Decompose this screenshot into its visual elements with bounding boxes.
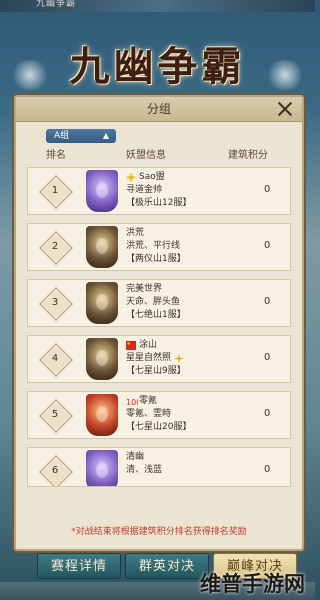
guild-info: 洪荒 洪荒、平行线 【两仪山1服】 [126,227,246,266]
guild-name: 洪荒 [126,228,145,238]
sparkle-icon [174,354,185,363]
rank-number: 3 [51,297,59,308]
100-emoji-icon: 100 [126,397,141,407]
heroes-battle-button[interactable]: 群英对决 [125,553,209,579]
guild-leaders: 清、浅蓝 [126,465,163,475]
guild-emblem [86,394,118,436]
ranking-row[interactable]: 3 完美世界 天命、胖头鱼 【七绝山1服】 0 [27,279,291,327]
column-building-score: 建筑积分 [228,150,268,161]
guild-server: 【极乐山12服】 [126,198,192,208]
guild-name: 零氪 [139,396,158,406]
site-watermark: 维普手游网 [200,572,305,596]
reward-footnote: *对战结束将根据建筑积分排名获得排名奖励 [71,527,247,537]
schedule-details-button[interactable]: 赛程详情 [37,553,121,579]
guild-emblem [86,226,118,268]
guild-name: 清幽 [126,452,145,462]
chevron-up-icon: ▲ [102,131,109,140]
rank-number: 1 [51,185,59,196]
building-score: 0 [264,464,271,475]
ranking-row[interactable]: 5 100 零氪 零氪、霊時 【七星山20服】 0 [27,391,291,439]
guild-server: 【七绝山1服】 [126,310,186,320]
guild-emblem [86,282,118,324]
event-banner: 九幽争霸 [0,28,315,98]
close-icon[interactable] [276,100,294,118]
building-score: 0 [264,240,271,251]
guild-server: 【七星山20服】 [126,422,192,432]
rank-number: 4 [51,353,59,364]
rank-number: 2 [51,241,59,252]
flower-icon [126,173,136,182]
building-score: 0 [264,184,271,195]
guild-leaders: 星星自然照 [126,353,172,363]
ranking-row[interactable]: 6 清幽 清、浅蓝 0 [27,447,291,487]
banner-title: 九幽争霸 [69,43,246,90]
guild-name: Sao盟 [139,172,165,182]
building-score: 0 [264,352,271,363]
guild-server: 【七星山9服】 [126,366,186,376]
guild-info: 完美世界 天命、胖头鱼 【七绝山1服】 [126,283,246,322]
top-strip: 九幽争霸 [0,0,315,12]
panel-title: 分组 [146,102,171,116]
group-selector[interactable]: A组 ▲ [46,129,116,143]
column-rank: 排名 [46,150,66,161]
guild-leaders: 零氪、霊時 [126,409,172,419]
guild-info: 清幽 清、浅蓝 [126,451,246,477]
top-strip-label: 九幽争霸 [36,0,77,9]
ranking-row[interactable]: 2 洪荒 洪荒、平行线 【两仪山1服】 0 [27,223,291,271]
rank-number: 6 [51,465,59,476]
guild-server: 【两仪山1服】 [126,254,186,264]
building-score: 0 [264,408,271,419]
guild-name: 完美世界 [126,284,163,294]
china-flag-icon [126,341,136,350]
panel-header: 分组 [16,97,302,122]
guild-leaders: 天命、胖头鱼 [126,297,181,307]
group-panel: 分组 A组 ▲ 排名 妖盟信息 建筑积分 1 Sao盟 寻道金帅 【极乐山12服… [14,95,304,551]
ranking-row[interactable]: 1 Sao盟 寻道金帅 【极乐山12服】 0 [27,167,291,215]
guild-leaders: 洪荒、平行线 [126,241,181,251]
guild-info: 100 零氪 零氪、霊時 【七星山20服】 [126,395,246,434]
svg-text:100: 100 [126,398,138,406]
rank-number: 5 [51,409,59,420]
group-selector-label: A组 [54,131,70,141]
ranking-row[interactable]: 4 涂山 星星自然照 【七星山9服】 0 [27,335,291,383]
guild-name: 涂山 [139,340,158,350]
building-score: 0 [264,296,271,307]
guild-emblem [86,338,118,380]
guild-info: Sao盟 寻道金帅 【极乐山12服】 [126,171,246,210]
column-guild-info: 妖盟信息 [126,150,166,161]
guild-leaders: 寻道金帅 [126,185,163,195]
guild-emblem [86,450,118,486]
guild-info: 涂山 星星自然照 【七星山9服】 [126,339,246,378]
guild-emblem [86,170,118,212]
